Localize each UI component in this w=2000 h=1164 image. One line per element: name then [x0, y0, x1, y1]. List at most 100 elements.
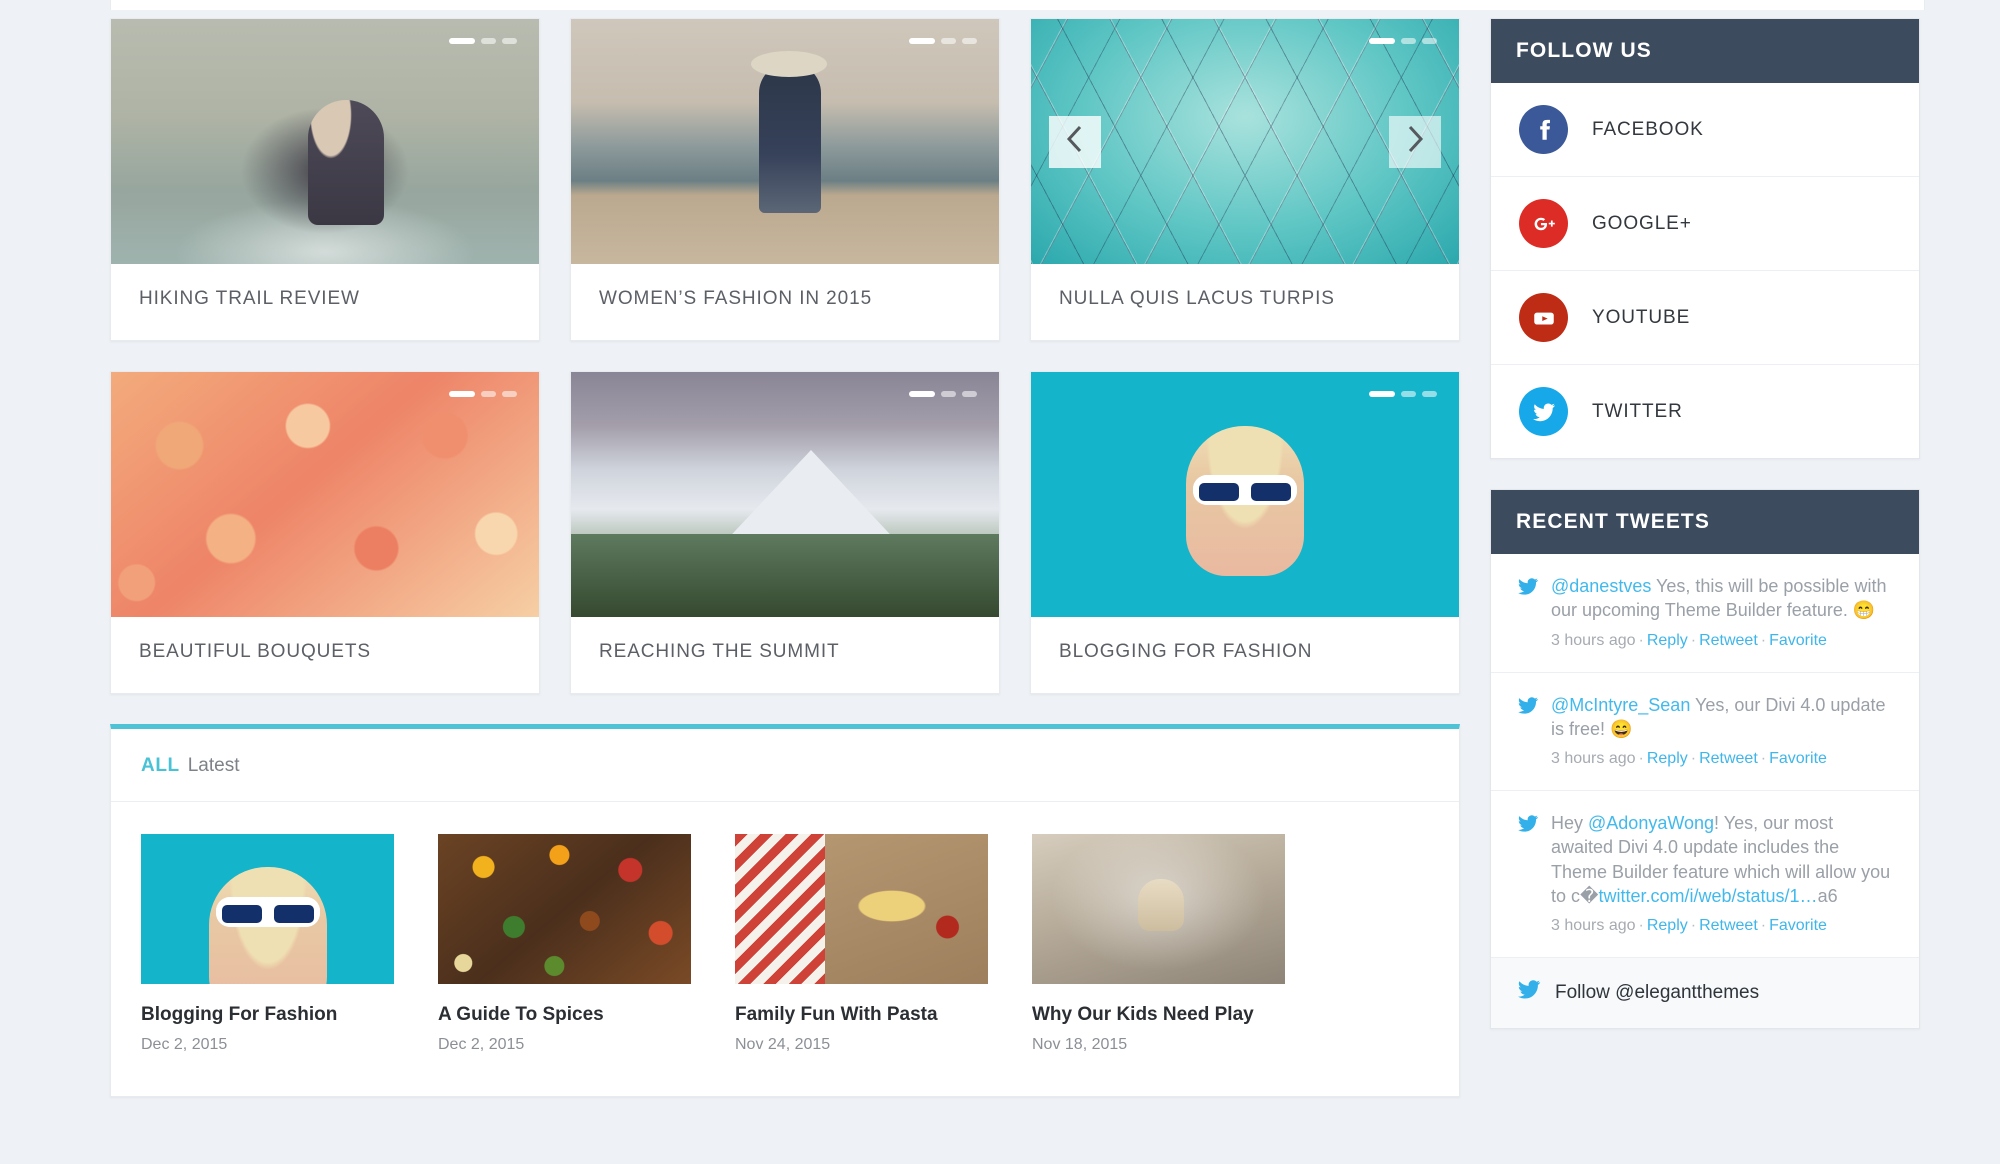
slider-dots[interactable] — [1369, 38, 1437, 44]
recent-tweets-title: RECENT TWEETS — [1491, 490, 1919, 554]
post-date: Nov 24, 2015 — [735, 1036, 831, 1053]
tweet-body: @danestves Yes, this will be possible wi… — [1551, 574, 1893, 650]
slider-dot-active[interactable] — [1369, 38, 1395, 44]
slider-dot-active[interactable] — [449, 391, 475, 397]
featured-card[interactable]: BEAUTIFUL BOUQUETS — [110, 371, 540, 694]
social-link-google-plus[interactable]: GOOGLE+ — [1491, 177, 1919, 271]
card-media[interactable] — [111, 19, 539, 264]
featured-card[interactable]: REACHING THE SUMMIT — [570, 371, 1000, 694]
social-link-facebook[interactable]: FACEBOOK — [1491, 83, 1919, 177]
tweet-handle[interactable]: @AdonyaWong — [1588, 813, 1714, 833]
list-item[interactable]: Why Our Kids Need Play Nov 18, 2015 — [1032, 834, 1285, 1054]
twitter-follow-label[interactable]: Follow @elegantthemes — [1555, 982, 1759, 1004]
tab-latest[interactable]: Latest — [188, 755, 240, 776]
tweet-reply-link[interactable]: Reply — [1647, 917, 1688, 934]
slider-dot[interactable] — [481, 391, 496, 397]
tweet-reply-link[interactable]: Reply — [1647, 750, 1688, 767]
slider-dot[interactable] — [941, 391, 956, 397]
featured-card[interactable]: HIKING TRAIL REVIEW — [110, 18, 540, 341]
list-item[interactable]: A Guide To Spices Dec 2, 2015 — [438, 834, 691, 1054]
tweet-item: @danestves Yes, this will be possible wi… — [1491, 554, 1919, 673]
slider-dot[interactable] — [962, 391, 977, 397]
slider-dot[interactable] — [962, 38, 977, 44]
tweet-retweet-link[interactable]: Retweet — [1699, 750, 1758, 767]
slider-prev-button[interactable] — [1049, 115, 1101, 168]
card-title: HIKING TRAIL REVIEW — [139, 288, 360, 309]
slider-dot[interactable] — [502, 391, 517, 397]
slider-dot[interactable] — [1422, 391, 1437, 397]
twitter-follow-bar[interactable]: Follow @elegantthemes — [1491, 958, 1919, 1029]
tweet-url-link[interactable]: twitter.com/i/web/status/1… — [1598, 886, 1817, 906]
blonde-sunglasses-thumb[interactable] — [141, 834, 394, 984]
tweet-text: Hey @AdonyaWong! Yes, our most awaited D… — [1551, 811, 1893, 908]
card-title: BEAUTIFUL BOUQUETS — [139, 641, 371, 662]
twitter-bird-icon — [1517, 693, 1539, 769]
tweet-reply-link[interactable]: Reply — [1647, 632, 1688, 649]
list-item[interactable]: Family Fun With Pasta Nov 24, 2015 — [735, 834, 988, 1054]
recent-tweets-widget: RECENT TWEETS @danestves Yes, this will … — [1490, 489, 1920, 1030]
slider-dot-active[interactable] — [909, 391, 935, 397]
chevron-left-icon — [1064, 124, 1086, 159]
card-title: REACHING THE SUMMIT — [599, 641, 840, 662]
slider-dots[interactable] — [1369, 391, 1437, 397]
tab-all[interactable]: ALL — [141, 755, 180, 776]
card-media[interactable] — [1031, 19, 1459, 264]
slider-dots[interactable] — [909, 38, 977, 44]
twitter-bird-icon — [1517, 574, 1539, 650]
tweet-favorite-link[interactable]: Favorite — [1769, 917, 1827, 934]
page-root: HIKING TRAIL REVIEW WOMEN’S FASHION IN 2… — [0, 0, 2000, 1164]
youtube-icon — [1519, 293, 1568, 342]
featured-card[interactable]: BLOGGING FOR FASHION — [1030, 371, 1460, 694]
slider-dot-active[interactable] — [449, 38, 475, 44]
slider-dots[interactable] — [449, 38, 517, 44]
slider-dot-active[interactable] — [1369, 391, 1395, 397]
tweet-retweet-link[interactable]: Retweet — [1699, 917, 1758, 934]
card-title: BLOGGING FOR FASHION — [1059, 641, 1313, 662]
featured-card[interactable]: NULLA QUIS LACUS TURPIS — [1030, 18, 1460, 341]
card-media[interactable] — [111, 372, 539, 617]
slider-dot[interactable] — [941, 38, 956, 44]
slider-next-button[interactable] — [1389, 115, 1441, 168]
slider-dots[interactable] — [909, 391, 977, 397]
list-item[interactable]: Blogging For Fashion Dec 2, 2015 — [141, 834, 394, 1054]
woman-pier-photo — [571, 19, 999, 264]
post-title[interactable]: A Guide To Spices — [438, 1004, 691, 1026]
social-label: GOOGLE+ — [1592, 212, 1692, 234]
slider-dot[interactable] — [1401, 391, 1416, 397]
slider-dot[interactable] — [1422, 38, 1437, 44]
card-media[interactable] — [571, 19, 999, 264]
tweet-prefix: Hey — [1551, 813, 1589, 834]
social-link-twitter[interactable]: TWITTER — [1491, 365, 1919, 458]
kid-airplane-thumb[interactable] — [1032, 834, 1285, 984]
slider-dot-active[interactable] — [909, 38, 935, 44]
slider-dot[interactable] — [502, 38, 517, 44]
spices-bowls-thumb[interactable] — [438, 834, 691, 984]
pasta-table-thumb[interactable] — [735, 834, 988, 984]
tweet-time: 3 hours ago — [1551, 750, 1636, 768]
slider-dot[interactable] — [1401, 38, 1416, 44]
tweet-time: 3 hours ago — [1551, 917, 1636, 935]
social-link-youtube[interactable]: YOUTUBE — [1491, 271, 1919, 365]
tweet-favorite-link[interactable]: Favorite — [1769, 632, 1827, 649]
tweet-handle[interactable]: @danestves — [1551, 576, 1651, 596]
twitter-bird-icon — [1517, 980, 1541, 1006]
featured-card[interactable]: WOMEN’S FASHION IN 2015 — [570, 18, 1000, 341]
post-date: Nov 18, 2015 — [1032, 1036, 1128, 1053]
twitter-icon — [1519, 387, 1568, 436]
post-title[interactable]: Family Fun With Pasta — [735, 1004, 988, 1026]
tweet-meta: 3 hours ago · Reply · Retweet · Favorite — [1551, 917, 1827, 935]
slider-dot[interactable] — [481, 38, 496, 44]
tweet-tail: a6 — [1817, 886, 1838, 907]
featured-card-grid: HIKING TRAIL REVIEW WOMEN’S FASHION IN 2… — [110, 18, 1460, 694]
card-media[interactable] — [571, 372, 999, 617]
follow-us-title: FOLLOW US — [1491, 19, 1919, 83]
tweet-favorite-link[interactable]: Favorite — [1769, 750, 1827, 767]
card-media[interactable] — [1031, 372, 1459, 617]
post-title[interactable]: Blogging For Fashion — [141, 1004, 394, 1026]
slider-dots[interactable] — [449, 391, 517, 397]
post-title[interactable]: Why Our Kids Need Play — [1032, 1004, 1285, 1026]
tweet-retweet-link[interactable]: Retweet — [1699, 632, 1758, 649]
tweet-handle[interactable]: @McIntyre_Sean — [1551, 695, 1690, 715]
card-title: NULLA QUIS LACUS TURPIS — [1059, 288, 1335, 309]
tweet-item: @McIntyre_Sean Yes, our Divi 4.0 update … — [1491, 673, 1919, 792]
